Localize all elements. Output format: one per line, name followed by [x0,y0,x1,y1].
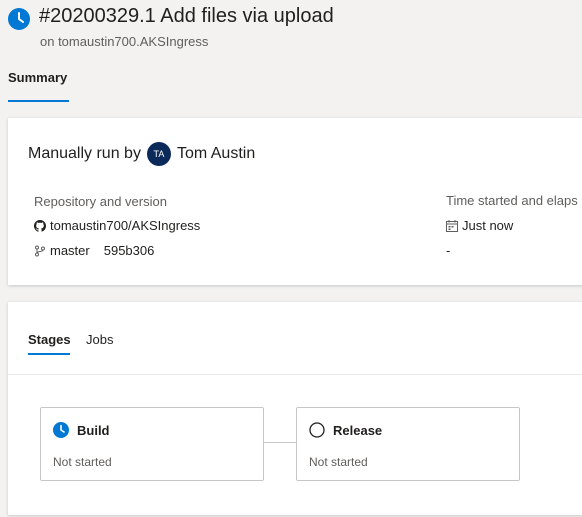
empty-circle-icon [309,422,325,438]
summary-card: Manually run by TA Tom Austin Repository… [8,118,582,285]
tab-summary[interactable]: Summary [8,70,67,85]
stage-status: Not started [53,455,112,469]
commit-id[interactable]: 595b306 [104,243,155,258]
avatar[interactable]: TA [146,142,171,166]
page-title: #20200329.1 Add files via upload [39,5,334,27]
stages-card: Stages Jobs Build Not started Release No… [8,302,582,515]
time-value: Just now [462,218,514,233]
time-started: Just now [446,218,513,233]
calendar-icon [446,219,458,232]
clock-icon [8,8,30,30]
repo-name: tomaustin700/AKSIngress [50,218,201,233]
stage-name: Build [77,423,110,438]
branch-info: master 595b306 [34,243,154,258]
run-header: #20200329.1 Add files via upload on toma… [0,0,582,116]
pipeline-subtitle: on tomaustin700.AKSIngress [40,34,209,49]
stage-build[interactable]: Build Not started [40,407,264,481]
elapsed-value: - [446,243,451,258]
time-label: Time started and elaps [446,193,578,208]
stage-release[interactable]: Release Not started [296,407,520,481]
tab-selected-indicator [8,100,69,102]
tab-stages[interactable]: Stages [28,332,71,347]
stage-name: Release [333,423,383,438]
divider [8,374,582,375]
repo-link[interactable]: tomaustin700/AKSIngress [34,218,200,233]
user-name[interactable]: Tom Austin [177,145,255,163]
repo-label: Repository and version [34,194,167,209]
run-by-line: Manually run by TA Tom Austin [28,142,255,166]
clock-icon [53,422,69,438]
tab-jobs[interactable]: Jobs [86,332,113,347]
stage-connector [264,442,296,443]
run-by-label: Manually run by [28,145,141,162]
github-icon [34,219,46,232]
branch-icon [35,245,45,256]
tab-selected-indicator [28,353,70,355]
stage-status: Not started [309,455,368,469]
branch-name[interactable]: master [50,243,90,258]
